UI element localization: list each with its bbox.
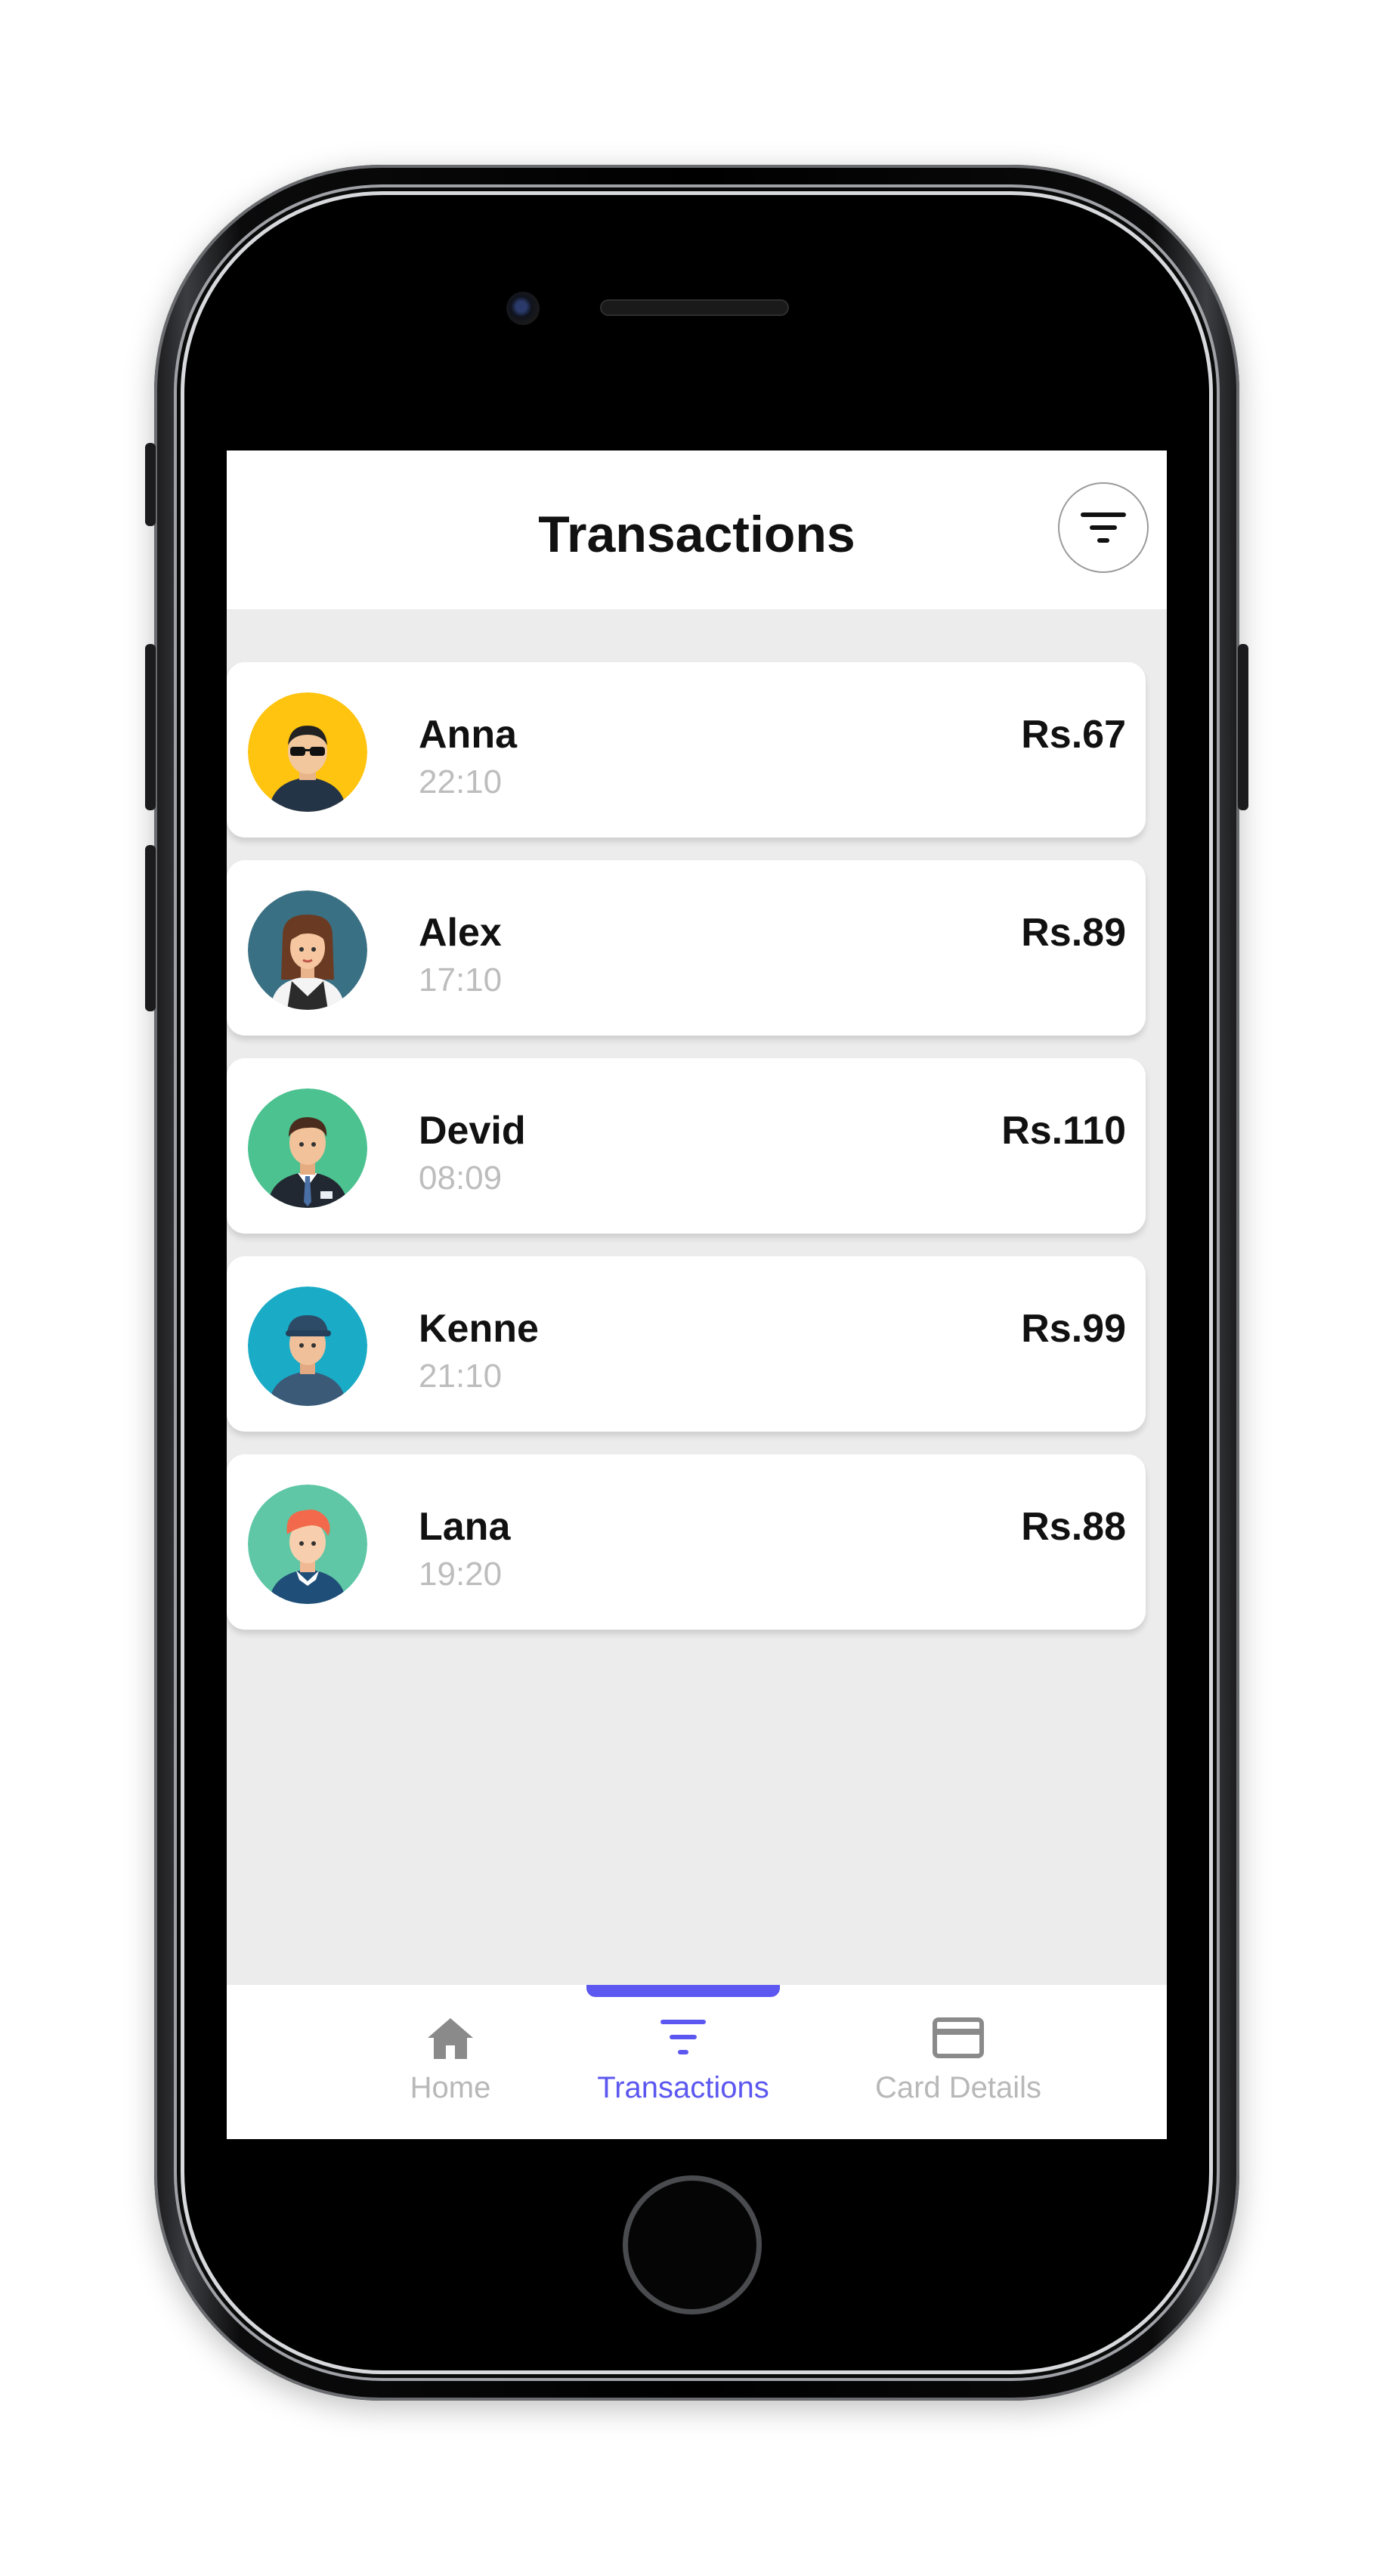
- transaction-time: 17:10: [419, 961, 503, 999]
- transaction-list: Anna 22:10 Rs.67 Alex 17:10 Rs.89 Devid …: [227, 662, 1149, 1652]
- filter-button[interactable]: [1058, 482, 1149, 573]
- home-hardware-button[interactable]: [623, 2175, 762, 2314]
- nav-tab-transactions[interactable]: Transactions: [547, 2015, 819, 2136]
- nav-label: Transactions: [597, 2071, 769, 2104]
- avatar: [248, 692, 367, 812]
- contact-name: Anna: [419, 713, 517, 757]
- person-cap-icon: [248, 1286, 367, 1406]
- power-button: [1238, 644, 1248, 810]
- transaction-card[interactable]: Anna 22:10 Rs.67: [227, 662, 1146, 838]
- person-sunglasses-icon: [248, 692, 367, 812]
- front-camera-icon: [506, 292, 540, 325]
- filter-icon: [660, 2020, 706, 2054]
- transaction-card[interactable]: Alex 17:10 Rs.89: [227, 860, 1146, 1036]
- transaction-amount: Rs.99: [1021, 1307, 1126, 1351]
- volume-down-button: [145, 845, 156, 1011]
- transaction-amount: Rs.110: [1001, 1109, 1126, 1153]
- transaction-card[interactable]: Lana 19:20 Rs.88: [227, 1454, 1146, 1630]
- bottom-navigation: Home Transactions Card Details: [227, 1985, 1167, 2139]
- nav-tab-home[interactable]: Home: [314, 2015, 586, 2136]
- nav-label: Card Details: [874, 2071, 1042, 2104]
- transaction-amount: Rs.89: [1021, 911, 1126, 955]
- page-title: Transactions: [538, 506, 855, 563]
- contact-name: Kenne: [419, 1307, 539, 1351]
- active-tab-indicator: [586, 1985, 780, 1997]
- transaction-time: 19:20: [419, 1556, 503, 1593]
- filter-icon: [1081, 512, 1126, 543]
- person-businessman-icon: [248, 1088, 367, 1208]
- transaction-time: 08:09: [419, 1160, 503, 1197]
- transaction-card[interactable]: Kenne 21:10 Rs.99: [227, 1256, 1146, 1432]
- mute-switch: [145, 443, 156, 526]
- volume-up-button: [145, 644, 156, 810]
- transaction-time: 22:10: [419, 763, 503, 800]
- contact-name: Alex: [419, 911, 502, 955]
- contact-name: Lana: [419, 1505, 511, 1549]
- avatar: [248, 1088, 367, 1208]
- person-redhair-icon: [248, 1485, 367, 1604]
- transaction-card[interactable]: Devid 08:09 Rs.110: [227, 1058, 1146, 1234]
- avatar: [248, 890, 367, 1010]
- home-icon: [428, 2018, 473, 2059]
- avatar: [248, 1485, 367, 1604]
- app-screen: Transactions Anna 22:10 Rs.67 Alex 17:10…: [227, 450, 1167, 2139]
- person-woman-icon: [248, 890, 367, 1010]
- contact-name: Devid: [419, 1109, 526, 1153]
- transaction-amount: Rs.67: [1021, 713, 1126, 757]
- credit-card-icon: [933, 2017, 984, 2058]
- transaction-time: 21:10: [419, 1358, 503, 1395]
- nav-tab-card-details[interactable]: Card Details: [822, 2015, 1094, 2136]
- earpiece-speaker: [600, 299, 789, 316]
- avatar: [248, 1286, 367, 1406]
- transaction-amount: Rs.88: [1021, 1505, 1126, 1549]
- nav-label: Home: [410, 2071, 491, 2104]
- app-header: Transactions: [227, 450, 1167, 609]
